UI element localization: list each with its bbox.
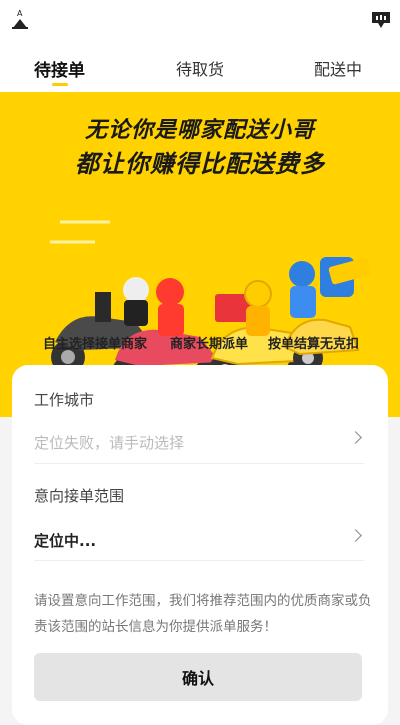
range-label: 意向接单范围 <box>34 487 125 505</box>
confirm-button[interactable]: 确认 <box>34 653 362 701</box>
tab-delivering[interactable]: 配送中 <box>314 56 362 80</box>
city-label: 工作城市 <box>34 391 95 409</box>
riders-illustration <box>50 220 370 390</box>
feature-item: 商家长期派单 <box>170 337 249 352</box>
hint-text: 请设置意向工作范围，我们将推荐范围内的优质商家或负责该范围的站长信息为你提供派单… <box>34 593 372 635</box>
banner-headline-2: 都让你赚得比配送费多 <box>75 150 325 178</box>
feature-item: 按单结算无克扣 <box>268 337 360 352</box>
tab-pending-pickup[interactable]: 待取货 <box>176 56 224 80</box>
range-selector[interactable]: 定位中... <box>34 530 96 551</box>
divider <box>34 463 364 464</box>
city-selector[interactable]: 定位失败，请手动选择 <box>34 432 184 453</box>
active-tab-indicator <box>52 83 68 86</box>
svg-text:A: A <box>17 9 23 18</box>
app-logo-icon: A <box>12 9 28 29</box>
status-bar: A <box>0 0 400 40</box>
chevron-right-icon[interactable] <box>349 431 362 444</box>
work-range-form: 工作城市 定位失败，请手动选择 意向接单范围 定位中... 请设置意向工作范围，… <box>12 365 388 725</box>
tab-pending-accept[interactable]: 待接单 <box>34 56 85 81</box>
order-tabs: 待接单 待取货 配送中 <box>0 40 400 92</box>
chevron-right-icon[interactable] <box>349 529 362 542</box>
divider <box>34 560 364 561</box>
feature-item: 自主选择接单商家 <box>43 337 148 352</box>
banner-headline-1: 无论你是哪家配送小哥 <box>84 118 315 143</box>
chat-icon[interactable] <box>370 10 392 30</box>
scooter-blue <box>283 257 370 373</box>
